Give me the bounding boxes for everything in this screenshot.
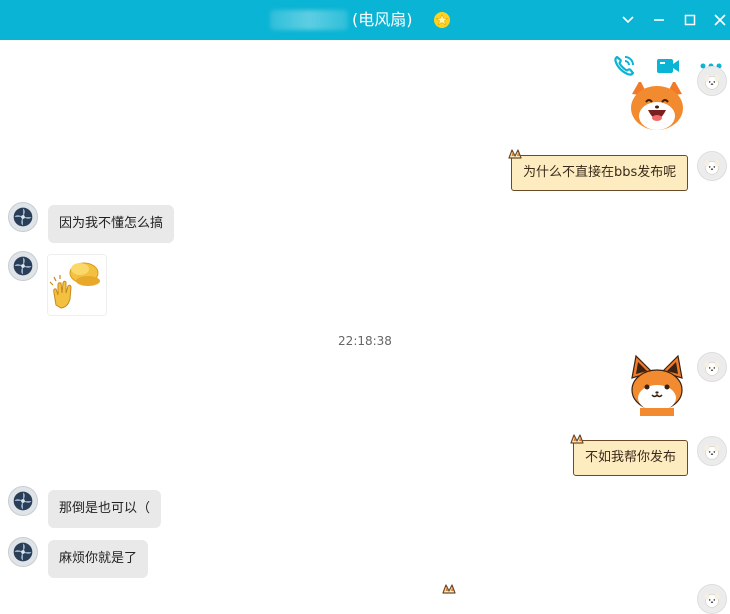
fox-smiling-sticker[interactable] [626,354,688,416]
close-icon [714,14,726,26]
avatar[interactable] [8,486,38,516]
avatar[interactable] [697,66,727,96]
message-timestamp: 22:18:38 [338,334,392,348]
message-text: 那倒是也可以（ [59,501,151,516]
message-bubble-sent[interactable]: 不如我帮你发布 [573,440,689,476]
minimize-button[interactable] [649,10,669,30]
bubble-ear-decoration [570,434,586,444]
avatar[interactable] [8,202,38,232]
minimize-icon [654,19,664,21]
message-bubble-received[interactable]: 麻烦你就是了 [48,540,149,578]
avatar[interactable] [697,436,727,466]
video-call-icon[interactable] [655,53,681,79]
message-text: 不如我帮你发布 [585,450,677,465]
fox-laughing-sticker[interactable] [626,82,688,132]
window-title: (电风扇) [352,10,413,29]
avatar[interactable] [697,584,727,614]
maximize-button[interactable] [680,10,700,30]
phone-call-icon[interactable] [611,53,637,79]
title-bar: (电风扇) [0,0,730,40]
maximize-icon [684,14,696,26]
message-bubble-sent[interactable]: 为什么不直接在bbs发布呢 [511,155,689,191]
message-text: 麻烦你就是了 [59,551,138,566]
collapse-window-button[interactable] [618,10,638,30]
star-badge-icon[interactable] [433,11,451,29]
avatar[interactable] [697,352,727,382]
avatar[interactable] [8,537,38,567]
bubble-ear-decoration [442,584,458,594]
avatar[interactable] [8,251,38,281]
message-bubble-received[interactable]: 那倒是也可以（ [48,490,162,528]
clapping-hands-sticker[interactable] [47,254,107,316]
message-text: 为什么不直接在bbs发布呢 [523,165,677,180]
avatar[interactable] [697,151,727,181]
message-text: 因为我不懂怎么搞 [59,216,164,231]
bubble-ear-decoration [508,149,524,159]
close-button[interactable] [710,10,730,30]
chevron-down-icon [622,16,634,24]
blurred-contact-name [270,10,348,30]
message-bubble-received[interactable]: 因为我不懂怎么搞 [48,205,175,243]
